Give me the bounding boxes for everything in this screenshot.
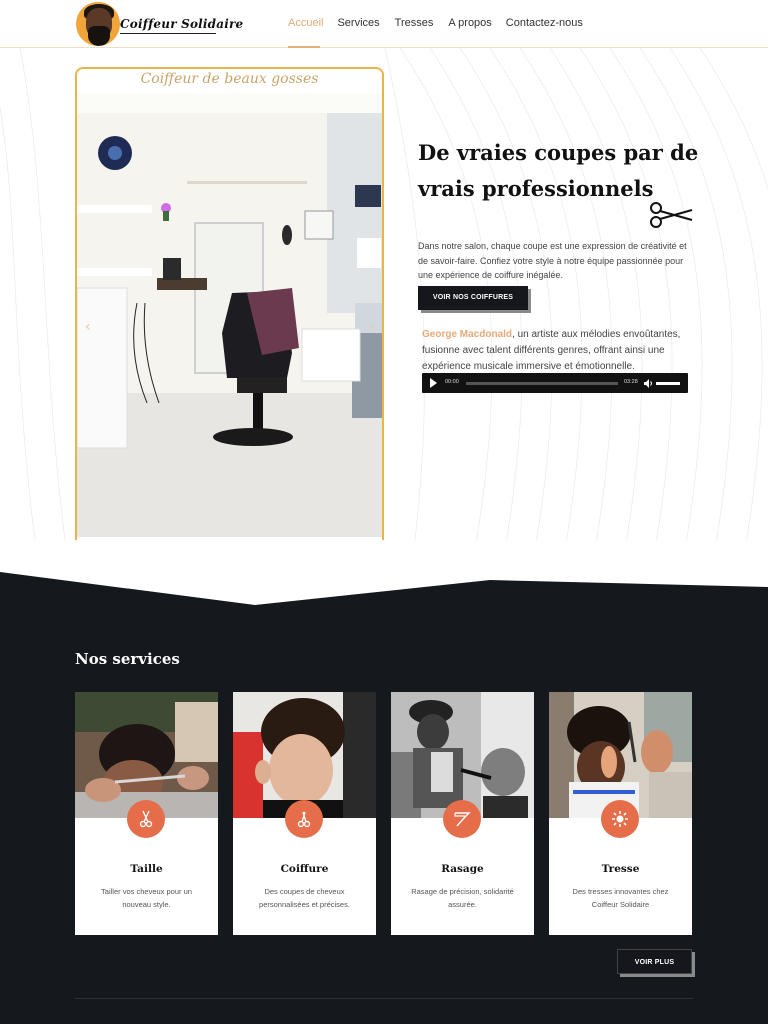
service-description: Des coupes de cheveux personnalisées et … bbox=[259, 887, 350, 909]
service-description: Des tresses innovantes chez Coiffeur Sol… bbox=[572, 887, 669, 909]
service-description: Tailler vos cheveux pour un nouveau styl… bbox=[101, 887, 192, 909]
play-icon[interactable] bbox=[430, 378, 437, 388]
footer-divider bbox=[75, 998, 693, 999]
comb-scissors-icon bbox=[297, 811, 311, 828]
service-badge bbox=[285, 800, 323, 838]
current-time: 00:00 bbox=[445, 379, 459, 385]
progress-bar[interactable] bbox=[466, 382, 618, 385]
service-badge bbox=[127, 800, 165, 838]
logo-text: Coiffeur Solidaire bbox=[120, 17, 244, 31]
site-logo[interactable]: Coiffeur Solidaire bbox=[76, 0, 243, 47]
audio-player: 00:00 03:28 bbox=[422, 373, 688, 393]
see-haircuts-button[interactable]: VOIR NOS COIFFURES bbox=[418, 286, 528, 310]
service-title: Tresse bbox=[601, 863, 640, 875]
nav-item-accueil[interactable]: Accueil bbox=[288, 17, 323, 29]
main-nav: Accueil Services Tresses A propos Contac… bbox=[288, 17, 583, 29]
image-slider[interactable]: Coiffeur de beaux gosses ‹ › bbox=[75, 67, 384, 553]
nav-item-services[interactable]: Services bbox=[337, 17, 379, 29]
service-title: Rasage bbox=[441, 863, 484, 875]
music-description: George Macdonald, un artiste aux mélodie… bbox=[422, 327, 694, 375]
volume-slider[interactable] bbox=[656, 382, 680, 385]
hero-title: De vraies coupes par de vrais profession… bbox=[418, 140, 699, 201]
razor-icon bbox=[454, 812, 471, 827]
artist-name[interactable]: George Macdonald bbox=[422, 329, 512, 340]
scissors-icon bbox=[650, 202, 693, 228]
site-header: Coiffeur Solidaire Accueil Services Tres… bbox=[0, 0, 768, 48]
nav-item-tresses[interactable]: Tresses bbox=[395, 17, 434, 29]
volume-icon[interactable] bbox=[644, 379, 653, 388]
service-title: Taille bbox=[130, 863, 163, 875]
nav-item-a-propos[interactable]: A propos bbox=[448, 17, 491, 29]
service-badge bbox=[601, 800, 639, 838]
nav-item-contact[interactable]: Contactez-nous bbox=[506, 17, 583, 29]
section-divider bbox=[0, 540, 768, 610]
slider-next-button[interactable]: › bbox=[368, 319, 374, 335]
logo-portrait bbox=[76, 2, 120, 46]
hero-description: Dans notre salon, chaque coupe est une e… bbox=[418, 241, 687, 280]
braid-icon bbox=[612, 811, 628, 827]
salon-photo bbox=[77, 93, 382, 537]
slider-caption: Coiffeur de beaux gosses bbox=[140, 71, 319, 87]
service-card-rasage[interactable]: Rasage Rasage de précision, solidarité a… bbox=[391, 692, 534, 935]
service-card-tresse[interactable]: Tresse Des tresses innovantes chez Coiff… bbox=[549, 692, 692, 935]
slider-prev-button[interactable]: ‹ bbox=[85, 319, 91, 335]
services-title: Nos services bbox=[75, 650, 180, 668]
service-card-coiffure[interactable]: Coiffure Des coupes de cheveux personnal… bbox=[233, 692, 376, 935]
service-description: Rasage de précision, solidarité assurée. bbox=[411, 887, 514, 909]
service-card-taille[interactable]: Taille Tailler vos cheveux pour un nouve… bbox=[75, 692, 218, 935]
see-more-button[interactable]: VOIR PLUS bbox=[617, 949, 692, 974]
service-title: Coiffure bbox=[280, 863, 329, 875]
duration: 03:28 bbox=[624, 379, 638, 385]
scissors-icon bbox=[139, 810, 153, 828]
service-badge bbox=[443, 800, 481, 838]
